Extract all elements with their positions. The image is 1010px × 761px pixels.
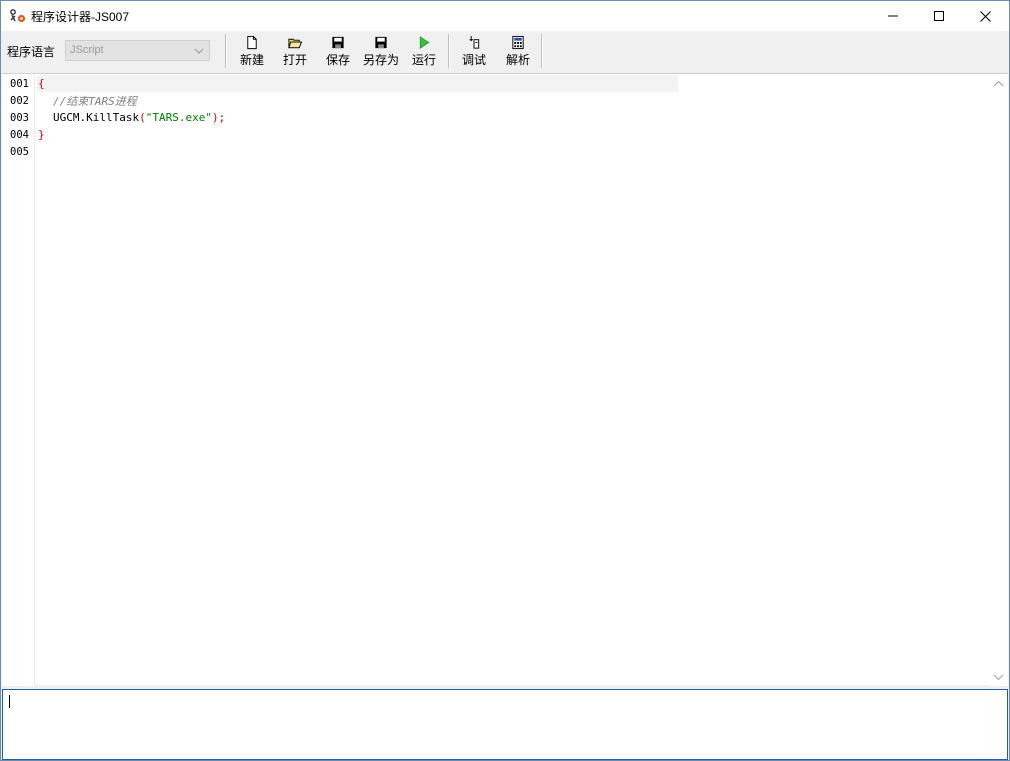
scroll-up-icon[interactable] xyxy=(993,80,1004,88)
maximize-icon xyxy=(934,11,944,21)
line-number: 005 xyxy=(10,146,29,158)
title-bar: 程序设计器-JS007 xyxy=(1,1,1009,31)
text-caret xyxy=(9,695,10,708)
code-line-1: { xyxy=(38,77,45,90)
app-window: 程序设计器-JS007 程序语言 JScript 新建 打开 保存 另存为 运行… xyxy=(0,0,1010,761)
line-number: 002 xyxy=(10,95,29,107)
code-line-3: UGCM.KillTask("TARS.exe"); xyxy=(53,111,225,124)
chevron-down-icon xyxy=(194,48,204,54)
run-button-label: 运行 xyxy=(411,53,436,67)
code-open-paren: ( xyxy=(139,111,146,124)
save-disk-icon xyxy=(332,36,344,49)
toolbar-separator xyxy=(225,34,227,68)
close-brace: } xyxy=(38,128,45,141)
save-as-disk-icon xyxy=(375,36,387,49)
open-folder-icon xyxy=(288,38,303,49)
new-file-icon xyxy=(247,35,257,50)
language-label: 程序语言 xyxy=(7,45,56,59)
new-button[interactable]: 新建 xyxy=(237,34,267,68)
line-number: 003 xyxy=(10,112,29,124)
app-logo-icon xyxy=(10,9,26,23)
window-title: 程序设计器-JS007 xyxy=(31,10,130,24)
new-button-label: 新建 xyxy=(239,53,264,67)
code-editor[interactable]: 001 002 003 004 005 { //结束TARS进程 UGCM.Ki… xyxy=(2,73,1008,686)
toolbar-separator xyxy=(541,34,543,68)
debug-step-icon xyxy=(469,35,480,49)
line-number-gutter: 001 002 003 004 005 xyxy=(2,74,35,686)
run-play-icon xyxy=(419,36,430,49)
code-string: "TARS.exe" xyxy=(145,111,212,124)
toolbar-separator xyxy=(448,34,450,68)
close-button[interactable] xyxy=(962,1,1008,31)
open-button-label: 打开 xyxy=(282,53,307,67)
run-button[interactable]: 运行 xyxy=(409,34,439,68)
code-area[interactable]: { //结束TARS进程 UGCM.KillTask("TARS.exe"); … xyxy=(37,74,990,686)
debug-button[interactable]: 调试 xyxy=(459,34,489,68)
line-number: 001 xyxy=(10,78,29,90)
maximize-button[interactable] xyxy=(916,1,962,31)
line-number: 004 xyxy=(10,129,29,141)
save-button[interactable]: 保存 xyxy=(323,34,353,68)
parse-button-label: 解析 xyxy=(505,53,530,67)
save-button-label: 保存 xyxy=(325,53,350,67)
language-select[interactable]: JScript xyxy=(65,40,210,61)
open-brace: { xyxy=(38,77,45,90)
code-comment: //结束TARS进程 xyxy=(53,95,137,108)
minimize-icon xyxy=(888,15,898,17)
code-line-2: //结束TARS进程 xyxy=(53,93,137,109)
parse-button[interactable]: 解析 xyxy=(503,34,533,68)
debug-button-label: 调试 xyxy=(461,53,486,67)
current-line-highlight xyxy=(37,75,678,92)
code-call: UGCM.KillTask xyxy=(53,111,140,124)
vertical-scrollbar[interactable] xyxy=(989,74,1008,686)
scroll-down-icon[interactable] xyxy=(993,673,1004,681)
output-pane[interactable] xyxy=(2,689,1008,760)
toolbar: 程序语言 JScript 新建 打开 保存 另存为 运行 调试 解析 xyxy=(1,31,1009,71)
save-as-button-label: 另存为 xyxy=(362,53,399,67)
code-line-4: } xyxy=(38,128,45,141)
open-button[interactable]: 打开 xyxy=(280,34,310,68)
close-icon xyxy=(979,10,991,22)
save-as-button[interactable]: 另存为 xyxy=(360,34,402,68)
language-select-value: JScript xyxy=(70,44,104,56)
minimize-button[interactable] xyxy=(870,1,916,31)
code-close: ); xyxy=(211,111,226,124)
calculator-icon xyxy=(512,35,524,50)
